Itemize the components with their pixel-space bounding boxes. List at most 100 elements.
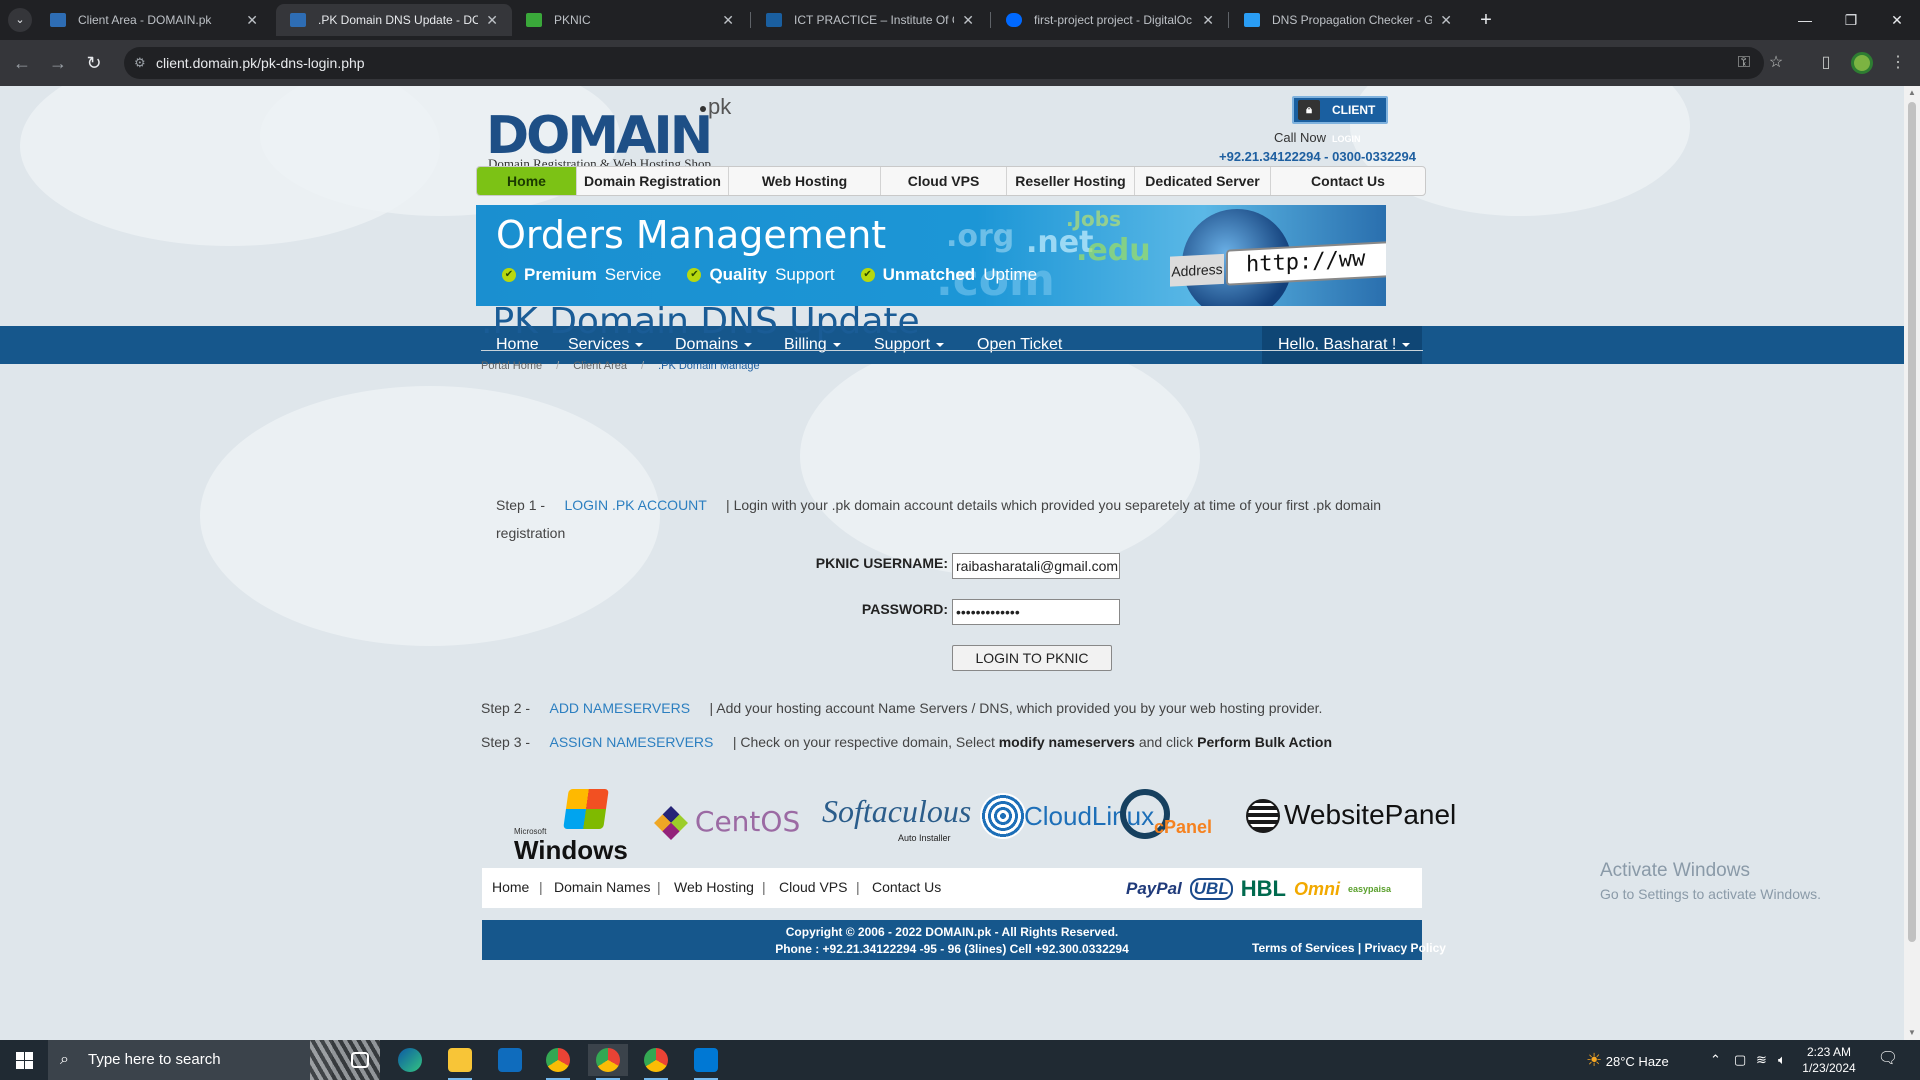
volume-icon[interactable]: 🔈︎ bbox=[1778, 1040, 1786, 1080]
footer-link-cloud-vps[interactable]: Cloud VPS bbox=[779, 879, 847, 895]
taskbar-vscode[interactable] bbox=[686, 1044, 726, 1080]
footer-link-contact-us[interactable]: Contact Us bbox=[872, 879, 941, 895]
favicon-icon bbox=[290, 13, 306, 27]
favicon-icon bbox=[50, 13, 66, 27]
breadcrumb-portal-home[interactable]: Portal Home bbox=[481, 360, 542, 372]
tab-close-icon[interactable]: ✕ bbox=[246, 4, 258, 36]
browser-tab-active[interactable]: .PK Domain DNS Update - DOM ✕ bbox=[276, 4, 512, 36]
notifications-icon[interactable]: 🗨︎ bbox=[1876, 1048, 1900, 1072]
windows-taskbar: ⌕ Type here to search ☀ 28°C Haze ⌃ ▢ ≋ … bbox=[0, 1040, 1920, 1080]
show-hidden-icons[interactable]: ⌃ bbox=[1710, 1040, 1721, 1080]
topnav-contact-us[interactable]: Contact Us bbox=[1271, 167, 1425, 195]
address-bar[interactable]: ⚙ client.domain.pk/pk-dns-login.php bbox=[124, 47, 1764, 79]
banner-point-strong: Premium bbox=[524, 265, 597, 284]
tab-search-button[interactable]: ⌄ bbox=[8, 8, 32, 32]
topnav-cloud-vps[interactable]: Cloud VPS bbox=[881, 167, 1007, 195]
user-menu[interactable]: Hello, Basharat ! bbox=[1262, 326, 1422, 364]
footer-separator: | bbox=[762, 879, 766, 895]
tab-close-icon[interactable]: ✕ bbox=[962, 4, 974, 36]
new-tab-button[interactable]: + bbox=[1472, 6, 1500, 34]
reload-icon[interactable]: ↻ bbox=[80, 49, 108, 77]
banner-points: ✔ Premium Service ✔ Quality Support ✔ Unmatch… bbox=[502, 265, 1037, 285]
restore-icon[interactable]: ❐ bbox=[1828, 0, 1874, 40]
topnav-domain-registration[interactable]: Domain Registration bbox=[577, 167, 729, 195]
browser-tab[interactable]: first-project project - DigitalOc ✕ bbox=[992, 4, 1228, 36]
task-view-button[interactable] bbox=[340, 1044, 380, 1076]
lock-icon: 🔒︎ bbox=[1298, 100, 1320, 120]
side-panel-icon[interactable]: ▯ bbox=[1812, 49, 1840, 77]
windows-logo-icon bbox=[25, 1052, 33, 1060]
taskbar-chrome-profile[interactable] bbox=[636, 1044, 676, 1080]
password-input[interactable]: ••••••••••••• bbox=[952, 599, 1120, 625]
browser-tab[interactable]: DNS Propagation Checker - Glo ✕ bbox=[1230, 4, 1466, 36]
taskbar-search[interactable]: ⌕ Type here to search bbox=[48, 1040, 380, 1080]
browser-tab[interactable]: PKNIC ✕ bbox=[512, 4, 748, 36]
tab-close-icon[interactable]: ✕ bbox=[1202, 4, 1214, 36]
easypaisa-logo: easypaisa bbox=[1347, 884, 1391, 894]
omni-logo: Omni bbox=[1293, 878, 1340, 899]
cloudlinux-mark-icon bbox=[980, 793, 1026, 839]
forward-icon[interactable]: → bbox=[44, 49, 72, 77]
browser-tab-strip: ⌄ Client Area - DOMAIN.pk ✕ .PK Domain D… bbox=[0, 0, 1920, 40]
check-icon: ✔ bbox=[687, 268, 702, 282]
breadcrumb-client-area[interactable]: Client Area bbox=[573, 360, 627, 372]
page-scrollbar[interactable]: ▲ ▼ bbox=[1904, 86, 1920, 1040]
clock-date: 1/23/2024 bbox=[1802, 1061, 1856, 1075]
scroll-up-icon[interactable]: ▲ bbox=[1904, 86, 1920, 100]
weather-widget[interactable]: ☀ 28°C Haze bbox=[1586, 1040, 1669, 1080]
login-to-pknic-button[interactable]: LOGIN TO PKNIC bbox=[952, 645, 1112, 671]
tab-close-icon[interactable]: ✕ bbox=[722, 4, 734, 36]
tab-close-icon[interactable]: ✕ bbox=[486, 4, 498, 36]
taskbar-chrome-active[interactable] bbox=[588, 1044, 628, 1080]
topnav-reseller-hosting[interactable]: Reseller Hosting bbox=[1007, 167, 1135, 195]
breadcrumb-separator: / bbox=[556, 360, 560, 372]
back-icon[interactable]: ← bbox=[8, 49, 36, 77]
topnav-web-hosting[interactable]: Web Hosting bbox=[729, 167, 881, 195]
search-icon: ⌕ bbox=[60, 1051, 69, 1068]
step-label: Step 3 - bbox=[481, 734, 531, 750]
client-login-button[interactable]: 🔒︎ CLIENT bbox=[1292, 96, 1388, 124]
promo-banner: .org .net .edu .Jobs .com Address http:/… bbox=[476, 205, 1386, 306]
meet-now-icon[interactable]: ▢ bbox=[1734, 1040, 1746, 1080]
scroll-thumb[interactable] bbox=[1908, 102, 1916, 942]
assign-nameservers-link[interactable]: ASSIGN NAMESERVERS bbox=[549, 734, 713, 750]
site-info-icon[interactable]: ⚙ bbox=[134, 47, 146, 79]
tab-close-icon[interactable]: ✕ bbox=[1440, 4, 1452, 36]
step-description: | Login with your .pk domain account det… bbox=[726, 497, 1382, 513]
pknic-username-input[interactable]: raibasharatali@gmail.com bbox=[952, 553, 1120, 579]
close-window-icon[interactable]: ✕ bbox=[1874, 0, 1920, 40]
bookmark-star-icon[interactable]: ☆ bbox=[1762, 49, 1790, 77]
taskbar-edge[interactable] bbox=[390, 1044, 430, 1076]
footer-bar: Copyright © 2006 - 2022 DOMAIN.pk - All … bbox=[482, 920, 1446, 960]
scroll-down-icon[interactable]: ▼ bbox=[1904, 1026, 1920, 1040]
minimize-icon[interactable]: — bbox=[1782, 0, 1828, 40]
password-key-icon[interactable]: ⚿ bbox=[1730, 49, 1758, 77]
footer-link-home[interactable]: Home bbox=[492, 879, 529, 895]
footer-link-web-hosting[interactable]: Web Hosting bbox=[674, 879, 754, 895]
start-button[interactable] bbox=[0, 1040, 48, 1080]
banner-point-rest: Uptime bbox=[983, 265, 1038, 284]
profile-avatar[interactable] bbox=[1851, 52, 1873, 74]
domain-pk-logo[interactable]: DOMAIN pk Domain Registration & Web Host… bbox=[486, 94, 748, 174]
network-icon[interactable]: ≋ bbox=[1756, 1040, 1767, 1080]
taskbar-file-explorer[interactable] bbox=[440, 1044, 480, 1080]
login-pk-account-link[interactable]: LOGIN .PK ACCOUNT bbox=[564, 497, 706, 513]
banner-point-strong: Quality bbox=[709, 265, 768, 284]
topnav-home[interactable]: Home bbox=[477, 167, 577, 195]
footer-link-domain-names[interactable]: Domain Names bbox=[554, 879, 650, 895]
breadcrumb-separator: / bbox=[641, 360, 645, 372]
taskbar-chrome[interactable] bbox=[538, 1044, 578, 1080]
system-clock[interactable]: 2:23 AM 1/23/2024 bbox=[1792, 1044, 1866, 1076]
password-label: PASSWORD: bbox=[861, 601, 948, 617]
add-nameservers-link[interactable]: ADD NAMESERVERS bbox=[549, 700, 690, 716]
terms-privacy-links[interactable]: Terms of Services | Privacy Policy bbox=[1252, 941, 1446, 955]
nav-open-ticket[interactable]: Open Ticket bbox=[977, 326, 1062, 364]
topnav-dedicated-server[interactable]: Dedicated Server bbox=[1135, 167, 1271, 195]
browser-tab[interactable]: Client Area - DOMAIN.pk ✕ bbox=[36, 4, 272, 36]
menu-icon[interactable]: ⋮ bbox=[1884, 49, 1912, 77]
taskbar-mail[interactable] bbox=[490, 1044, 530, 1076]
breadcrumb: Portal Home / Client Area / .PK Domain M… bbox=[481, 360, 760, 372]
step-description: and click bbox=[1138, 734, 1194, 750]
copyright-text: Copyright © 2006 - 2022 DOMAIN.pk - All … bbox=[785, 925, 1119, 939]
browser-tab[interactable]: ICT PRACTICE – Institute Of Cor ✕ bbox=[752, 4, 988, 36]
